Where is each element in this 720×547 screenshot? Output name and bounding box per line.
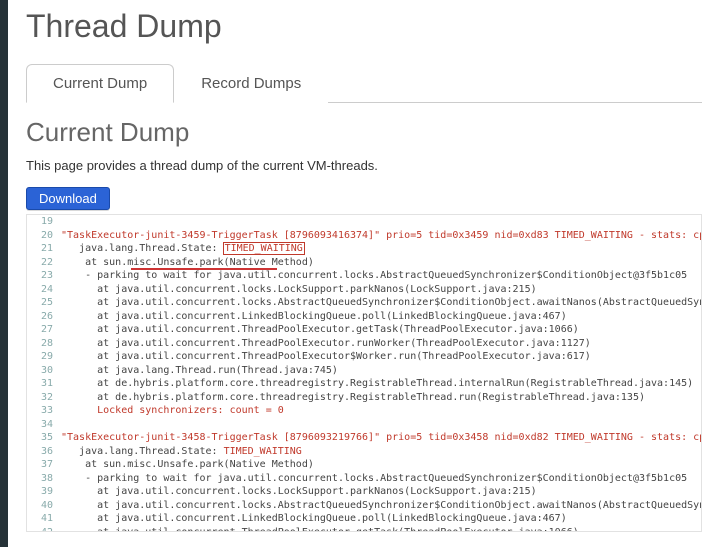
- dump-line: 40 at java.util.concurrent.locks.Abstrac…: [27, 499, 697, 513]
- tab-current-dump[interactable]: Current Dump: [26, 64, 174, 103]
- dump-line: 35"TaskExecutor-junit-3458-TriggerTask […: [27, 431, 697, 445]
- line-number: 34: [27, 418, 61, 432]
- section-description: This page provides a thread dump of the …: [26, 158, 702, 173]
- dump-line: 38 - parking to wait for java.util.concu…: [27, 472, 697, 486]
- line-code: "TaskExecutor-junit-3458-TriggerTask [87…: [61, 431, 702, 445]
- line-code: at sun.misc.Unsafe.park(Native Method): [61, 458, 697, 472]
- line-code: at java.util.concurrent.ThreadPoolExecut…: [61, 526, 697, 533]
- line-code: "TaskExecutor-junit-3459-TriggerTask [87…: [61, 229, 702, 243]
- line-number: 33: [27, 404, 61, 418]
- line-code: at java.util.concurrent.LinkedBlockingQu…: [61, 310, 697, 324]
- tab-record-dumps[interactable]: Record Dumps: [174, 64, 328, 103]
- dump-line: 32 at de.hybris.platform.core.threadregi…: [27, 391, 697, 405]
- line-number: 36: [27, 445, 61, 459]
- page-title: Thread Dump: [26, 8, 702, 45]
- dump-line: 42 at java.util.concurrent.ThreadPoolExe…: [27, 526, 697, 533]
- line-number: 25: [27, 296, 61, 310]
- line-code: java.lang.Thread.State: TIMED_WAITING: [61, 242, 697, 256]
- line-number: 35: [27, 431, 61, 445]
- dump-line: 39 at java.util.concurrent.locks.LockSup…: [27, 485, 697, 499]
- line-code: [61, 215, 697, 229]
- line-number: 42: [27, 526, 61, 533]
- line-code: at java.util.concurrent.ThreadPoolExecut…: [61, 337, 697, 351]
- line-number: 21: [27, 242, 61, 256]
- line-number: 28: [27, 337, 61, 351]
- dump-line: 27 at java.util.concurrent.ThreadPoolExe…: [27, 323, 697, 337]
- dump-line: 26 at java.util.concurrent.LinkedBlockin…: [27, 310, 697, 324]
- line-code: at de.hybris.platform.core.threadregistr…: [61, 377, 697, 391]
- line-code: Locked synchronizers: count = 0: [61, 404, 697, 418]
- line-code: [61, 418, 697, 432]
- line-number: 27: [27, 323, 61, 337]
- dump-line: 34: [27, 418, 697, 432]
- line-number: 22: [27, 256, 61, 270]
- line-number: 30: [27, 364, 61, 378]
- line-code: at java.util.concurrent.locks.AbstractQu…: [61, 296, 702, 310]
- line-number: 31: [27, 377, 61, 391]
- dump-line: 33 Locked synchronizers: count = 0: [27, 404, 697, 418]
- line-code: - parking to wait for java.util.concurre…: [61, 269, 697, 283]
- line-number: 41: [27, 512, 61, 526]
- line-code: at de.hybris.platform.core.threadregistr…: [61, 391, 697, 405]
- line-code: at java.util.concurrent.locks.AbstractQu…: [61, 499, 702, 513]
- section-title: Current Dump: [26, 117, 702, 148]
- line-number: 37: [27, 458, 61, 472]
- dump-line: 23 - parking to wait for java.util.concu…: [27, 269, 697, 283]
- line-number: 29: [27, 350, 61, 364]
- line-code: at sun.misc.Unsafe.park(Native Method): [61, 256, 697, 270]
- line-number: 19: [27, 215, 61, 229]
- dump-line: 31 at de.hybris.platform.core.threadregi…: [27, 377, 697, 391]
- line-number: 20: [27, 229, 61, 243]
- dump-line: 30 at java.lang.Thread.run(Thread.java:7…: [27, 364, 697, 378]
- line-code: at java.util.concurrent.LinkedBlockingQu…: [61, 512, 697, 526]
- tabs: Current Dump Record Dumps: [26, 63, 702, 103]
- dump-line: 21 java.lang.Thread.State: TIMED_WAITING: [27, 242, 697, 256]
- line-code: at java.util.concurrent.locks.LockSuppor…: [61, 485, 697, 499]
- line-number: 32: [27, 391, 61, 405]
- line-number: 26: [27, 310, 61, 324]
- dump-line: 19: [27, 215, 697, 229]
- line-number: 38: [27, 472, 61, 486]
- line-code: at java.lang.Thread.run(Thread.java:745): [61, 364, 697, 378]
- line-code: at java.util.concurrent.ThreadPoolExecut…: [61, 323, 697, 337]
- line-code: - parking to wait for java.util.concurre…: [61, 472, 697, 486]
- dump-line: 36 java.lang.Thread.State: TIMED_WAITING: [27, 445, 697, 459]
- line-code: java.lang.Thread.State: TIMED_WAITING: [61, 445, 697, 459]
- dump-line: 25 at java.util.concurrent.locks.Abstrac…: [27, 296, 697, 310]
- dump-line: 37 at sun.misc.Unsafe.park(Native Method…: [27, 458, 697, 472]
- dump-line: 41 at java.util.concurrent.LinkedBlockin…: [27, 512, 697, 526]
- line-number: 23: [27, 269, 61, 283]
- dump-line: 22 at sun.misc.Unsafe.park(Native Method…: [27, 256, 697, 270]
- thread-state: TIMED_WAITING: [224, 446, 302, 457]
- dump-line: 20"TaskExecutor-junit-3459-TriggerTask […: [27, 229, 697, 243]
- line-code: at java.util.concurrent.ThreadPoolExecut…: [61, 350, 697, 364]
- thread-state: TIMED_WAITING: [224, 243, 304, 254]
- line-number: 40: [27, 499, 61, 513]
- thread-dump-output[interactable]: 1920"TaskExecutor-junit-3459-TriggerTask…: [26, 214, 702, 532]
- download-button[interactable]: Download: [26, 187, 110, 210]
- dump-line: 28 at java.util.concurrent.ThreadPoolExe…: [27, 337, 697, 351]
- line-code: at java.util.concurrent.locks.LockSuppor…: [61, 283, 697, 297]
- dump-line: 29 at java.util.concurrent.ThreadPoolExe…: [27, 350, 697, 364]
- line-number: 24: [27, 283, 61, 297]
- dump-line: 24 at java.util.concurrent.locks.LockSup…: [27, 283, 697, 297]
- line-number: 39: [27, 485, 61, 499]
